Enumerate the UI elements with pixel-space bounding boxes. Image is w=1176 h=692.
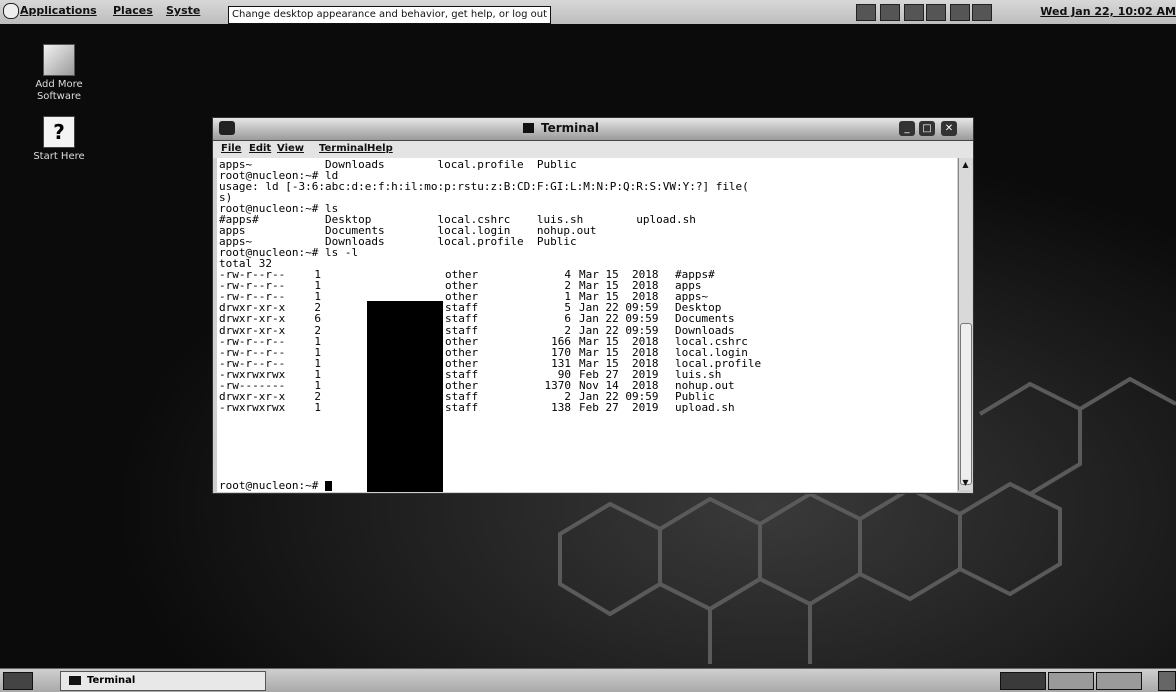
ls-links-cell: 2 xyxy=(314,323,321,337)
volume-icon[interactable] xyxy=(972,4,992,21)
window-menu-icon[interactable] xyxy=(219,121,235,135)
ls-name-cell: upload.sh xyxy=(675,401,735,415)
ls-size-cell: 2 xyxy=(564,323,571,337)
ls-group-cell: staff xyxy=(445,401,479,415)
taskbar-terminal-button[interactable]: Terminal xyxy=(60,671,266,691)
redacted-owner-column xyxy=(367,301,443,492)
menu-terminal[interactable]: Terminal xyxy=(319,143,367,154)
monitor-icon[interactable] xyxy=(880,4,900,21)
terminal-prompt-line: root@nucleon:~# xyxy=(219,480,332,491)
system-menu[interactable]: Syste xyxy=(166,4,200,17)
applications-menu[interactable]: Applications xyxy=(20,4,97,17)
terminal-line: usage: ld [-3:6:abc:d:e:f:h:il:mo:p:rstu… xyxy=(219,180,749,193)
show-desktop-button[interactable] xyxy=(3,672,33,690)
software-package-icon xyxy=(43,44,75,76)
ls-size-cell: 6 xyxy=(564,312,571,326)
workspace-1[interactable] xyxy=(1000,672,1046,690)
trash-icon[interactable] xyxy=(1158,671,1176,691)
add-more-software-launcher[interactable]: Add More Software xyxy=(14,44,104,103)
workspace-2[interactable] xyxy=(1048,672,1094,690)
scroll-thumb[interactable] xyxy=(960,323,972,485)
desktop-icon-label: Start Here xyxy=(33,151,85,162)
power-icon[interactable] xyxy=(950,4,970,21)
window-title: Terminal xyxy=(541,121,600,135)
system-menu-tooltip: Change desktop appearance and behavior, … xyxy=(228,6,552,24)
notification-icon[interactable] xyxy=(926,4,946,21)
terminal-menubar: File Edit View Terminal Help xyxy=(213,141,973,158)
terminal-icon xyxy=(69,675,81,685)
ls-perms-cell: -rwxrwxrwx xyxy=(219,401,286,415)
ls-group-cell: staff xyxy=(445,323,479,337)
bottom-panel: Terminal xyxy=(0,668,1176,692)
start-here-launcher[interactable]: ? Start Here xyxy=(14,116,104,163)
desktop-icon-label: Add More Software xyxy=(35,79,83,102)
clock[interactable]: Wed Jan 22, 10:02 AM xyxy=(1040,5,1176,18)
scroll-down-icon[interactable]: ▼ xyxy=(960,478,971,488)
help-icon: ? xyxy=(43,116,75,148)
applications-icon[interactable] xyxy=(3,3,19,19)
ls-date-cell: Jan 22 09:59 xyxy=(579,323,659,337)
ls-date-cell: Jan 22 09:59 xyxy=(579,312,659,326)
ls-size-cell: 138 xyxy=(551,401,571,415)
terminal-output[interactable]: apps~ Downloads local.profile Public roo… xyxy=(217,158,957,492)
taskbar-label: Terminal xyxy=(87,675,136,686)
ls-links-cell: 1 xyxy=(314,401,321,415)
menu-file[interactable]: File xyxy=(221,143,241,154)
terminal-scrollbar[interactable]: ▲ ▼ xyxy=(958,158,972,490)
terminal-window[interactable]: Terminal _ □ ✕ File Edit View Terminal H… xyxy=(212,117,974,494)
minimize-button[interactable]: _ xyxy=(899,121,915,136)
scroll-up-icon[interactable]: ▲ xyxy=(960,160,971,170)
menu-edit[interactable]: Edit xyxy=(249,143,271,154)
display-icon[interactable] xyxy=(904,4,924,21)
places-menu[interactable]: Places xyxy=(113,4,153,17)
menu-help[interactable]: Help xyxy=(367,143,393,154)
prompt: root@nucleon:~# xyxy=(219,479,325,492)
maximize-button[interactable]: □ xyxy=(919,121,935,136)
workspace-3[interactable] xyxy=(1096,672,1142,690)
top-panel: Applications Places Syste Change desktop… xyxy=(0,0,1176,25)
ls-date-cell: Feb 27 2019 xyxy=(579,401,659,415)
ls-perms-cell: drwxr-xr-x xyxy=(219,323,286,337)
ls-perms-cell: drwxr-xr-x xyxy=(219,312,286,326)
ls-name-cell: Downloads xyxy=(675,323,735,337)
close-button[interactable]: ✕ xyxy=(941,121,957,136)
menu-view[interactable]: View xyxy=(277,143,304,154)
text-cursor xyxy=(324,481,332,491)
ls-group-cell: staff xyxy=(445,312,479,326)
window-titlebar[interactable]: Terminal _ □ ✕ xyxy=(213,118,973,141)
network-icon[interactable] xyxy=(856,4,876,21)
ls-name-cell: Documents xyxy=(675,312,735,326)
ls-links-cell: 6 xyxy=(314,312,321,326)
terminal-icon xyxy=(523,123,534,133)
